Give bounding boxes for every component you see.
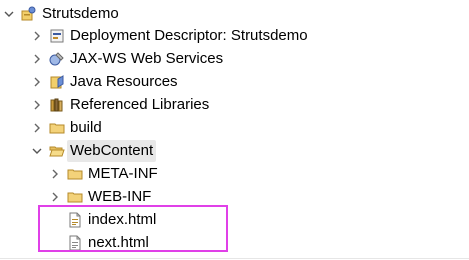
library-icon bbox=[49, 97, 65, 113]
tree-item-java-resources[interactable]: Java Resources bbox=[31, 71, 178, 93]
tree-item-referenced-libraries[interactable]: Referenced Libraries bbox=[31, 94, 209, 116]
chevron-down-icon[interactable] bbox=[3, 8, 15, 20]
chevron-right-icon[interactable] bbox=[31, 99, 43, 111]
web-services-icon bbox=[49, 51, 65, 67]
chevron-right-icon[interactable] bbox=[31, 53, 43, 65]
chevron-right-icon[interactable] bbox=[49, 191, 61, 203]
tree-item-deployment-descriptor[interactable]: Deployment Descriptor: Strutsdemo bbox=[31, 25, 308, 47]
chevron-down-icon[interactable] bbox=[31, 145, 43, 157]
folder-icon bbox=[67, 166, 83, 182]
tree-item-label: Referenced Libraries bbox=[70, 96, 210, 113]
tree-item-label: Java Resources bbox=[70, 73, 178, 90]
tree-item-build[interactable]: build bbox=[31, 117, 102, 139]
open-folder-icon bbox=[49, 143, 65, 159]
highlight-annotation-box bbox=[38, 205, 228, 252]
deployment-descriptor-icon bbox=[49, 28, 65, 44]
chevron-right-icon[interactable] bbox=[49, 168, 61, 180]
tree-item-label: Deployment Descriptor: Strutsdemo bbox=[70, 27, 308, 44]
tree-item-webcontent[interactable]: WebContent bbox=[31, 140, 157, 162]
tree-item-meta-inf[interactable]: META-INF bbox=[49, 163, 158, 185]
divider bbox=[0, 258, 469, 259]
tree-item-label: META-INF bbox=[88, 165, 158, 182]
tree-item-label: build bbox=[70, 119, 102, 136]
project-icon bbox=[21, 6, 37, 22]
tree-item-label: Strutsdemo bbox=[42, 5, 119, 22]
folder-icon bbox=[67, 189, 83, 205]
tree-item-strutsdemo[interactable]: Strutsdemo bbox=[3, 3, 119, 25]
tree-item-label: JAX-WS Web Services bbox=[70, 50, 224, 67]
java-resources-icon bbox=[49, 74, 65, 90]
chevron-right-icon[interactable] bbox=[31, 122, 43, 134]
folder-icon bbox=[49, 120, 65, 136]
project-explorer-tree: Strutsdemo Deployment Descriptor: Struts… bbox=[0, 0, 469, 260]
tree-item-jax-ws[interactable]: JAX-WS Web Services bbox=[31, 48, 223, 70]
chevron-right-icon[interactable] bbox=[31, 30, 43, 42]
tree-item-label: WebContent bbox=[67, 140, 157, 162]
chevron-right-icon[interactable] bbox=[31, 76, 43, 88]
